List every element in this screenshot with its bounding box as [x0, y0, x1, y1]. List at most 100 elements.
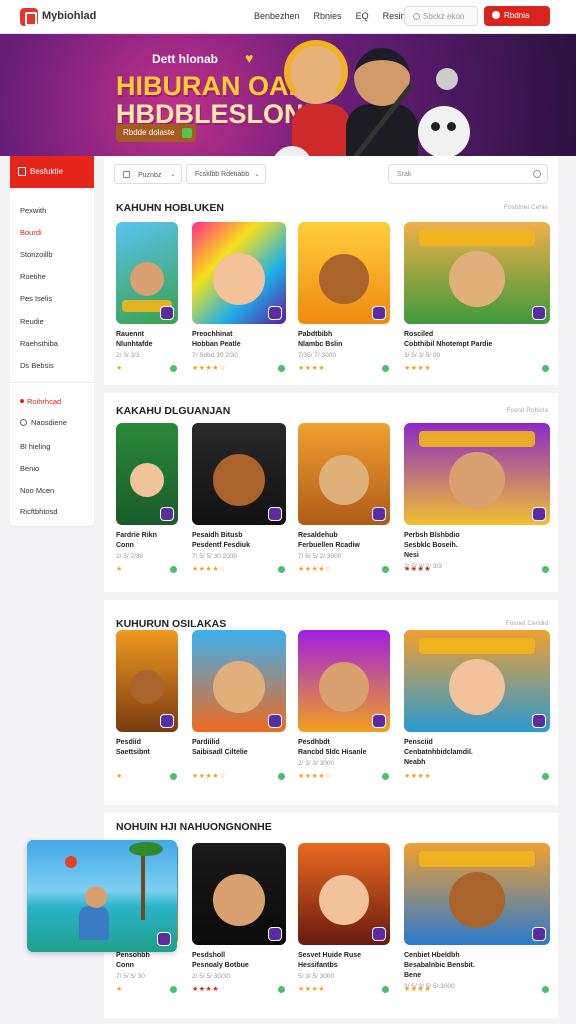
section-title: NOHUIN HJI NAHUONGNONHE: [116, 821, 272, 833]
brand-name[interactable]: Mybiohlad: [42, 10, 96, 22]
sidebar-item[interactable]: Roetihe: [20, 272, 46, 281]
sidebar-item[interactable]: Pexwith: [20, 206, 46, 215]
download-icon[interactable]: [170, 566, 177, 573]
nav-item-2[interactable]: Rbnies: [314, 11, 342, 21]
game-card[interactable]: Rauennt Nlunhtafde 2/ 3/ 3/3 ★: [116, 222, 178, 372]
game-thumbnail[interactable]: [192, 630, 286, 732]
sidebar-item-active[interactable]: Bourdi: [20, 228, 42, 237]
section-see-all-link[interactable]: Fosnet Cendid: [506, 620, 548, 627]
character-head: [85, 886, 107, 908]
download-icon[interactable]: [542, 365, 549, 372]
game-thumbnail[interactable]: [192, 843, 286, 945]
sidebar-item[interactable]: Raehsthiba: [20, 339, 58, 348]
game-title: Pardiilid: [192, 739, 220, 746]
download-icon[interactable]: [382, 773, 389, 780]
game-thumbnail[interactable]: [404, 423, 550, 525]
download-icon[interactable]: [170, 986, 177, 993]
sidebar-item[interactable]: Stonzoillb: [20, 250, 53, 259]
sidebar-item[interactable]: Reudie: [20, 317, 44, 326]
download-icon[interactable]: [382, 986, 389, 993]
game-logo-banner: [418, 431, 536, 448]
rating-stars: ★★★★☆: [192, 773, 226, 780]
download-icon[interactable]: [542, 986, 549, 993]
download-icon[interactable]: [542, 566, 549, 573]
sidebar-item-2[interactable]: Naosdiene: [20, 418, 67, 427]
game-logo-banner: [418, 638, 536, 655]
header-cta-button[interactable]: Rbdnia: [484, 6, 550, 26]
game-card[interactable]: Rosciled Cobthibil Nhotempt Pardie 3/ 5/ 3…: [404, 222, 550, 372]
game-thumbnail[interactable]: [116, 630, 178, 732]
app-logo-icon[interactable]: [20, 8, 38, 26]
sidebar-item[interactable]: Ds Bebsis: [20, 361, 54, 370]
nav-item-1[interactable]: Benbezhen: [254, 11, 300, 21]
game-badge-icon: [372, 714, 386, 728]
game-thumbnail[interactable]: [404, 843, 550, 945]
game-thumbnail[interactable]: [298, 222, 390, 324]
game-card[interactable]: Cenbiet Hbeldbh Besabalnbic Bensbit. Bene 3…: [404, 843, 550, 993]
game-thumbnail[interactable]: [298, 423, 390, 525]
floating-game-card[interactable]: [27, 840, 177, 952]
game-title: Bene: [404, 972, 422, 979]
sidebar-divider: [10, 382, 94, 383]
game-title: Pesdentf Fesdiuk: [192, 542, 250, 549]
section-see-all-link[interactable]: Fosnd Robicla: [506, 407, 548, 414]
filter-dropdown-2[interactable]: Fcsklbb Rdetiabb ⌄: [186, 164, 266, 184]
heart-icon: ♥: [245, 50, 254, 66]
banner-headline-line-1: HIBURAN OAN: [116, 71, 308, 101]
game-title: Resaldehub: [298, 532, 338, 539]
download-icon[interactable]: [278, 773, 285, 780]
sidebar-item-2[interactable]: Noo Mcen: [20, 486, 54, 495]
download-icon[interactable]: [278, 365, 285, 372]
download-icon[interactable]: [382, 365, 389, 372]
download-icon[interactable]: [170, 773, 177, 780]
game-card[interactable]: Pesaidh Bitusb Pesdentf Fesdiuk 7/ 5/ 5/ 3…: [192, 423, 286, 573]
game-card[interactable]: Pardiilid Saibisadl Ciltelie ★★★★☆: [192, 630, 286, 780]
download-icon[interactable]: [170, 365, 177, 372]
download-icon[interactable]: [382, 566, 389, 573]
main-search-input[interactable]: Srak: [388, 164, 548, 184]
game-card[interactable]: Perbsh Blshbdio Sesbklc Boseih. Nesi 2/ 5/ …: [404, 423, 550, 573]
game-character-art: [448, 451, 506, 509]
sidebar-item-2[interactable]: Ricftbhtosd: [20, 507, 58, 516]
game-thumbnail[interactable]: [192, 423, 286, 525]
game-card[interactable]: Pensciid Cenbatnhbidclamdil. Neabh ★★★★: [404, 630, 550, 780]
game-card[interactable]: Sesvet Huide Ruse Hessifantbs 5/ 3/ 5/ 300…: [298, 843, 390, 993]
section-see-all-link[interactable]: Fosbtnet Cehie: [504, 204, 548, 211]
game-meta: 2/ 3/ 3/ 3000: [298, 760, 335, 767]
sidebar-header[interactable]: Besfuktie: [10, 156, 94, 188]
header-search-input[interactable]: Sbckz ekon: [404, 6, 478, 26]
game-thumbnail[interactable]: [404, 630, 550, 732]
game-thumbnail[interactable]: [192, 222, 286, 324]
download-icon[interactable]: [542, 773, 549, 780]
game-card[interactable]: Pesdiid Saettsibnt ★: [116, 630, 178, 780]
game-card[interactable]: Pabdtbibh Nlambc Bslin 7/35/ 7/ 3000 ★★★★: [298, 222, 390, 372]
sidebar-item-2-active[interactable]: Roihrhcad: [20, 397, 61, 406]
game-card[interactable]: Pesdsholl Pesnoaly Botbue 2/ 5/ 5/ 30/30 ★★…: [192, 843, 286, 993]
game-title: Pensciid: [404, 739, 433, 746]
filter-dropdown-1[interactable]: Puznbz ⌄: [114, 164, 182, 184]
game-thumbnail[interactable]: [116, 222, 178, 324]
game-thumbnail[interactable]: [404, 222, 550, 324]
game-badge-icon: [372, 306, 386, 320]
banner-cta-button[interactable]: Rbdde dolaste: [116, 124, 196, 142]
rating-stars: ★★★★☆: [192, 365, 226, 372]
game-badge-icon: [160, 507, 174, 521]
game-thumbnail[interactable]: [116, 423, 178, 525]
nav-item-3[interactable]: EQ: [356, 11, 369, 21]
game-card[interactable]: Preochhinat Hobban Peatle 7/ Sdbd 30 2/30 ★…: [192, 222, 286, 372]
download-icon[interactable]: [278, 566, 285, 573]
game-card[interactable]: Resaldehub Ferbuellen Rcadiw 7/ 6/ 5/ 2/ 3…: [298, 423, 390, 573]
game-thumbnail[interactable]: [298, 630, 390, 732]
rating-stars: ★★★★: [404, 566, 432, 573]
game-thumbnail[interactable]: [298, 843, 390, 945]
sidebar-item-2[interactable]: Bl hieling›: [20, 442, 114, 451]
game-meta: 2/ 3/ 3/3: [116, 352, 140, 359]
game-card[interactable]: Pesdhbdt Rancbd 5ldc Hisanle 2/ 3/ 3/ 3000…: [298, 630, 390, 780]
game-card[interactable]: Fardrie Rikn Conn 2/ 3/ 2/30 ★: [116, 423, 178, 573]
sidebar-item-2[interactable]: Benio: [20, 464, 39, 473]
sidebar-item[interactable]: Pes Iselis: [20, 294, 52, 303]
game-title: Pesdiid: [116, 739, 141, 746]
hero-banner[interactable]: Dett hlonab ♥ HIBURAN OAN HBDBLESLON! Rb…: [0, 34, 576, 156]
game-title: Pesaidh Bitusb: [192, 532, 243, 539]
download-icon[interactable]: [278, 986, 285, 993]
